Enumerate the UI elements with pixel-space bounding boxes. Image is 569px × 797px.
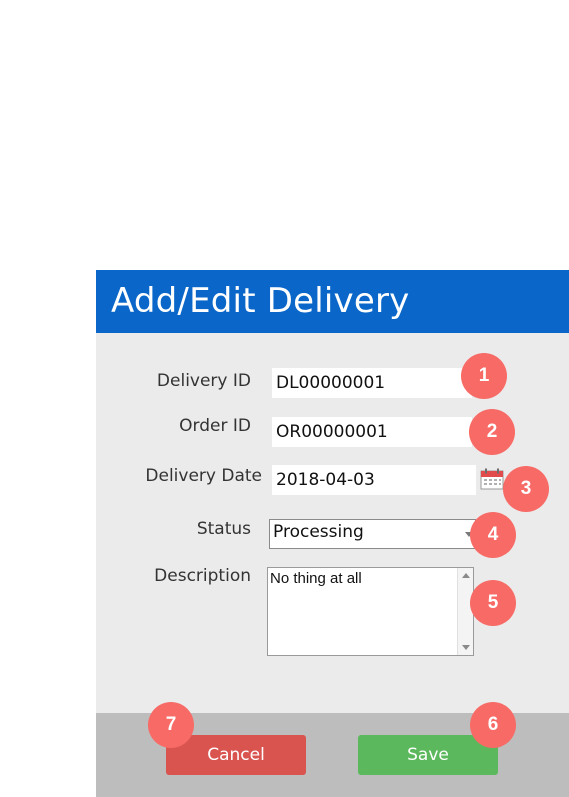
annotation-badge-2: 2 [469, 409, 515, 455]
dialog-title: Add/Edit Delivery [111, 281, 410, 321]
delivery-id-label: Delivery ID [156, 371, 251, 391]
delivery-id-input[interactable] [272, 368, 472, 398]
scroll-down-icon[interactable] [462, 645, 470, 650]
status-select[interactable]: Processing [269, 519, 476, 549]
delivery-date-input[interactable] [272, 465, 476, 495]
status-selected-value: Processing [273, 522, 364, 542]
annotation-badge-4: 4 [470, 512, 516, 558]
description-textarea[interactable]: No thing at all [267, 567, 474, 656]
scroll-up-icon[interactable] [462, 573, 470, 578]
annotation-badge-6: 6 [470, 702, 516, 748]
delivery-date-label: Delivery Date [145, 466, 262, 486]
description-label: Description [154, 566, 251, 586]
status-label: Status [196, 519, 251, 539]
annotation-badge-5: 5 [470, 580, 516, 626]
order-id-input[interactable] [272, 417, 472, 447]
annotation-badge-7: 7 [148, 702, 194, 748]
annotation-badge-3: 3 [503, 466, 549, 512]
annotation-badge-1: 1 [461, 353, 507, 399]
order-id-label: Order ID [179, 416, 251, 436]
description-text: No thing at all [270, 570, 362, 587]
description-scrollbar[interactable] [457, 568, 473, 655]
calendar-icon[interactable] [480, 468, 504, 490]
dialog-titlebar: Add/Edit Delivery [96, 270, 569, 333]
